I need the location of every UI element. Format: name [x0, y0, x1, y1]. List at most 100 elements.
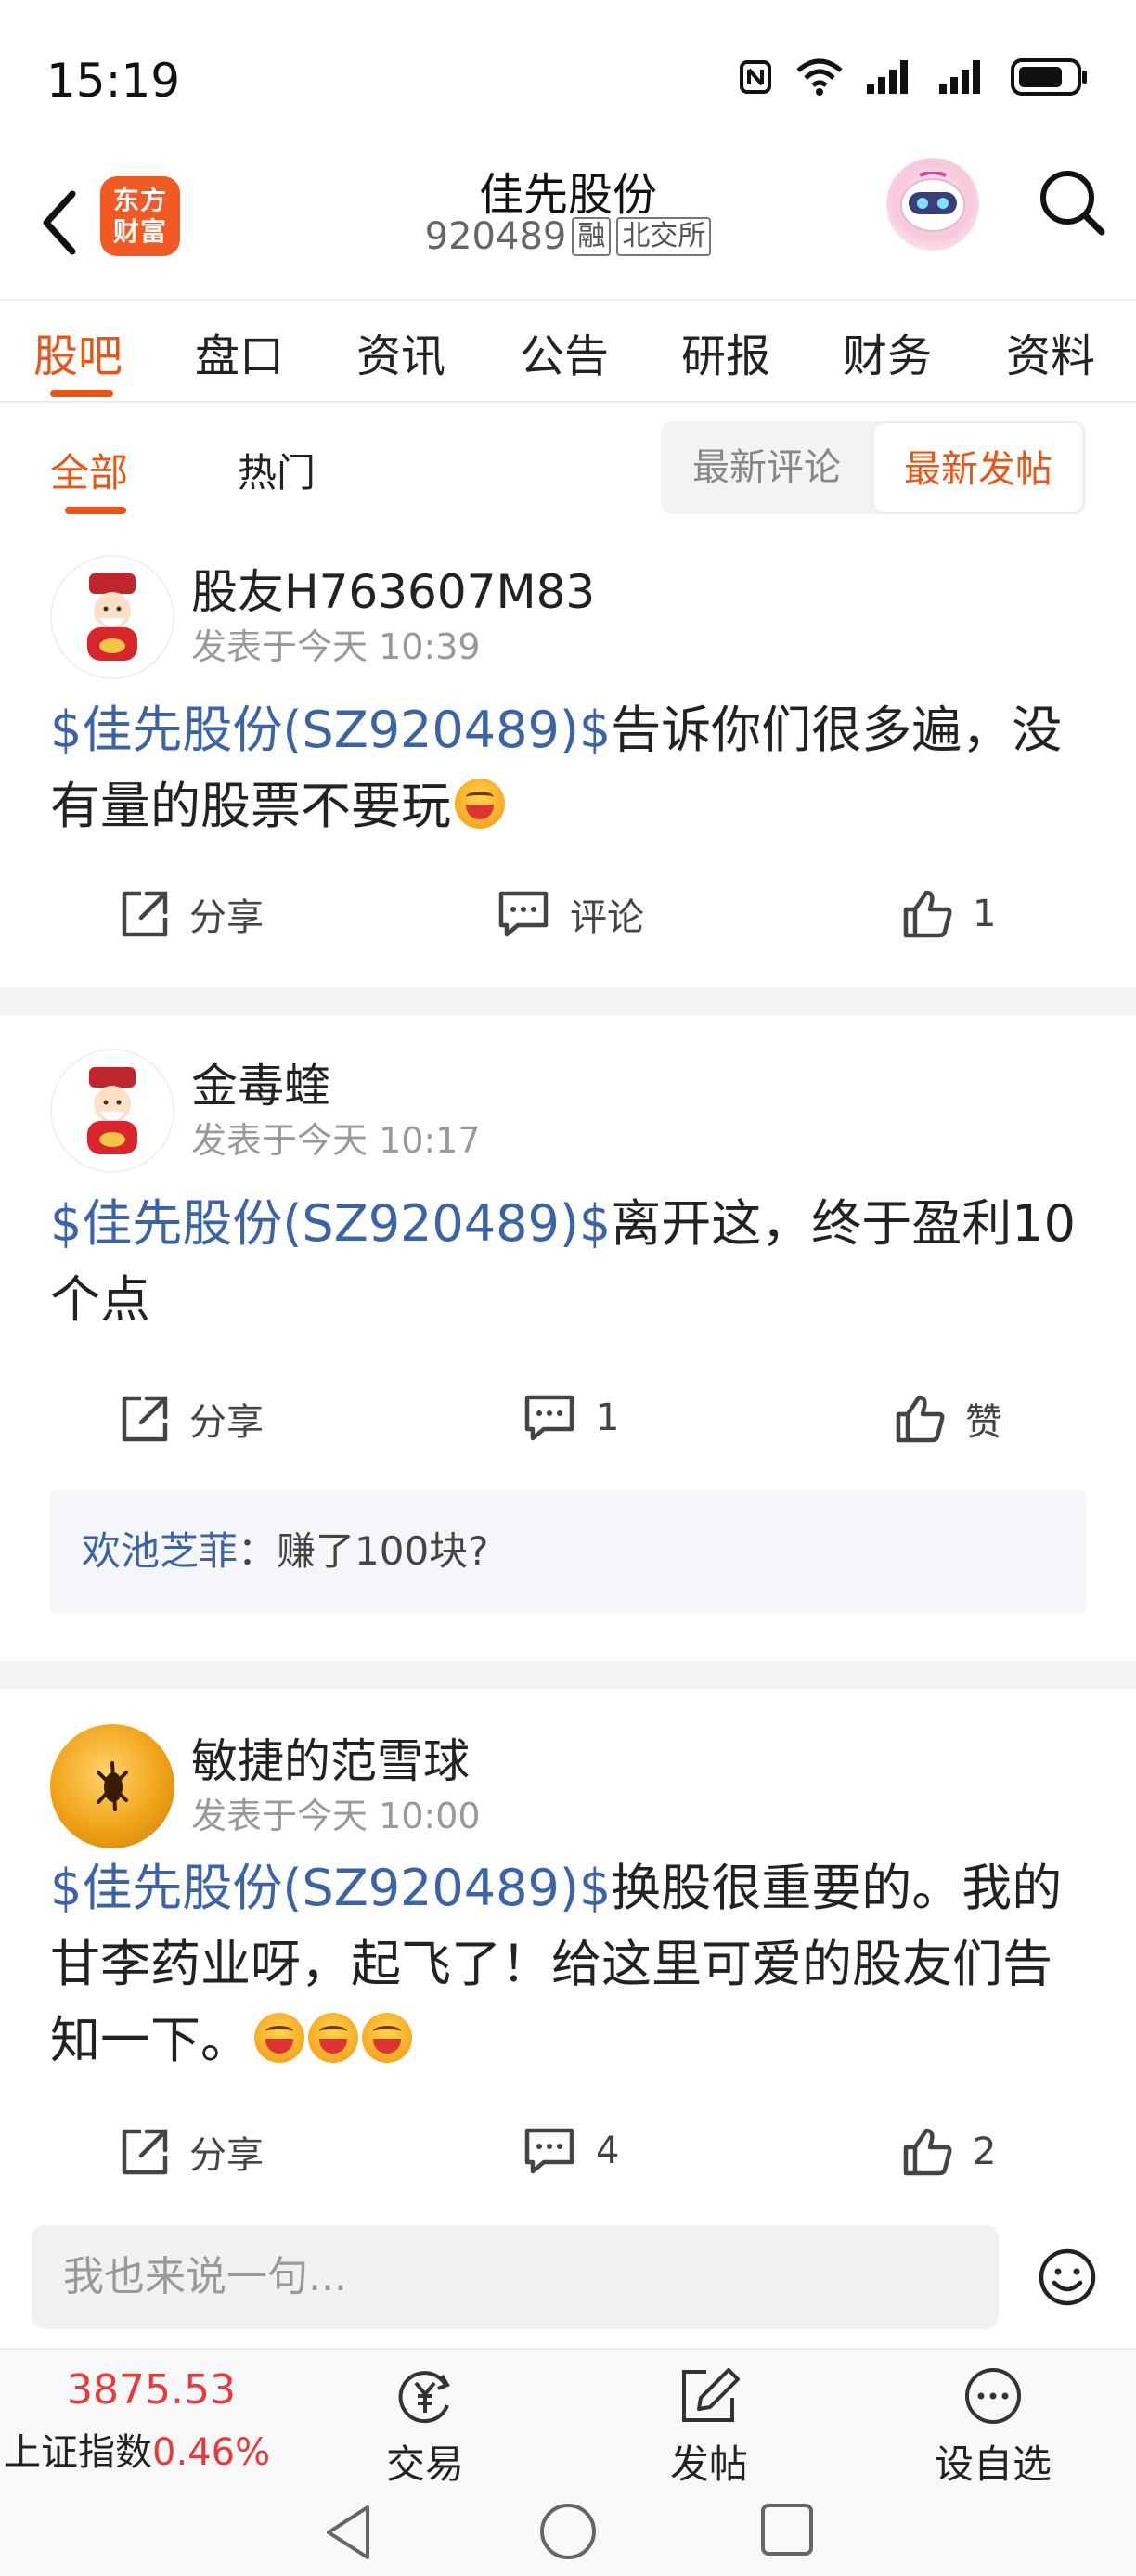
- stock-code: 920489: [424, 215, 567, 258]
- nfc-icon: [740, 60, 771, 94]
- thumbs-up-icon: [896, 1395, 945, 1443]
- subtab-all[interactable]: 全部: [50, 442, 128, 498]
- search-button[interactable]: [1035, 165, 1109, 239]
- subtab-hot[interactable]: 热门: [238, 442, 316, 498]
- post-username[interactable]: 金毒蝰: [191, 1049, 330, 1115]
- edit-icon: [682, 2368, 740, 2422]
- amber-insect-avatar-icon: [97, 1761, 128, 1811]
- ai-assistant-button[interactable]: [886, 158, 979, 251]
- reply-preview[interactable]: 欢池芝菲：赚了100块?: [50, 1490, 1086, 1613]
- comment-count: 4: [596, 2130, 620, 2172]
- tab-research[interactable]: 研报: [681, 319, 770, 384]
- wifi-icon: [796, 58, 843, 96]
- nav-watchlist-label: 设自选: [934, 2441, 1052, 2487]
- post-divider: [0, 987, 1136, 1015]
- system-nav-bar: [0, 2487, 1136, 2576]
- smile-icon: [1039, 2248, 1096, 2306]
- share-button[interactable]: 分享: [119, 887, 264, 941]
- like-count: 2: [973, 2131, 997, 2173]
- share-label: 分享: [189, 896, 264, 939]
- comment-button[interactable]: 1: [522, 1392, 619, 1444]
- post-content[interactable]: $佳先股份(SZ920489)$离开这，终于盈利10个点: [50, 1186, 1099, 1338]
- tab-announcements[interactable]: 公告: [520, 319, 609, 384]
- comment-icon: [524, 1395, 574, 1441]
- exchange-tag: 北交所: [616, 217, 712, 256]
- like-button[interactable]: 2: [900, 2125, 996, 2179]
- post-username[interactable]: 股友H763607M83: [191, 555, 595, 622]
- reply-text: ：赚了100块?: [238, 1528, 489, 1574]
- nav-add-watchlist[interactable]: 设自选: [910, 2366, 1077, 2490]
- share-label: 分享: [189, 1401, 264, 1444]
- laugh-emoji-icon: [362, 2013, 412, 2063]
- like-button[interactable]: 1: [900, 887, 996, 941]
- comment-label: 评论: [570, 896, 644, 939]
- stock-tag-link[interactable]: $佳先股份(SZ920489)$: [50, 701, 611, 759]
- tab-finance[interactable]: 财务: [843, 319, 932, 384]
- nav-trade[interactable]: 交易: [342, 2366, 509, 2490]
- sort-latest-post[interactable]: 最新发帖: [872, 421, 1084, 514]
- post-divider: [0, 1661, 1136, 1689]
- nav-trade-label: 交易: [385, 2441, 464, 2487]
- sub-tabs: 全部 热门 最新评论 最新发帖: [0, 405, 1136, 535]
- signal-icon-2: [939, 60, 980, 94]
- tab-pankou[interactable]: 盘口: [195, 319, 284, 384]
- active-subtab-indicator: [65, 507, 126, 514]
- share-icon: [122, 1396, 168, 1442]
- more-dots-icon: [965, 2368, 1021, 2424]
- post-card[interactable]: 股友H763607M83 发表于今天 10:39 $佳先股份(SZ920489)…: [0, 536, 1136, 987]
- comment-input[interactable]: 我也来说一句...: [32, 2225, 999, 2329]
- post-content[interactable]: $佳先股份(SZ920489)$告诉你们很多遍，没有量的股票不要玩: [50, 692, 1099, 844]
- stock-tag-link[interactable]: $佳先股份(SZ920489)$: [50, 1194, 611, 1253]
- post-content[interactable]: $佳先股份(SZ920489)$换股很重要的。我的甘李药业呀，起飞了！给这里可爱…: [50, 1850, 1099, 2079]
- reply-username[interactable]: 欢池芝菲: [82, 1528, 238, 1574]
- battery-icon: [1011, 58, 1087, 96]
- post-time: 发表于今天 10:00: [191, 1796, 481, 1836]
- main-tabs: 股吧 盘口 资讯 公告 研报 财务 资料: [0, 299, 1136, 403]
- index-name: 上证指数: [4, 2431, 152, 2474]
- fortune-god-avatar-icon: [87, 1067, 137, 1154]
- home-circle-icon[interactable]: [538, 2502, 598, 2561]
- comment-icon: [498, 891, 549, 937]
- thumbs-up-icon: [903, 890, 952, 938]
- stock-tag-link[interactable]: $佳先股份(SZ920489)$: [50, 1859, 611, 1917]
- laugh-emoji-icon: [308, 2013, 358, 2063]
- recents-square-icon[interactable]: [759, 2502, 815, 2557]
- index-label: 上证指数0.46%: [4, 2422, 270, 2476]
- tab-news[interactable]: 资讯: [356, 319, 445, 384]
- nav-post[interactable]: 发帖: [626, 2366, 793, 2490]
- post-card[interactable]: 金毒蝰 发表于今天 10:17 $佳先股份(SZ920489)$离开这，终于盈利…: [0, 1030, 1136, 1642]
- like-count: 1: [973, 893, 997, 935]
- sort-latest-comment[interactable]: 最新评论: [661, 421, 872, 514]
- like-button[interactable]: 赞: [893, 1392, 1002, 1446]
- comment-icon: [524, 2128, 574, 2174]
- bottom-nav: 3875.53 上证指数0.46% 交易 发帖 设自选: [0, 2348, 1136, 2487]
- tab-guba[interactable]: 股吧: [33, 319, 123, 384]
- user-avatar[interactable]: [50, 555, 174, 679]
- index-change: 0.46%: [152, 2431, 271, 2474]
- like-label: 赞: [965, 1401, 1002, 1444]
- user-avatar[interactable]: [50, 1049, 174, 1173]
- fortune-god-avatar-icon: [87, 573, 137, 661]
- back-triangle-icon[interactable]: [321, 2502, 377, 2563]
- emoji-button[interactable]: [1036, 2246, 1099, 2309]
- share-button[interactable]: 分享: [119, 2125, 264, 2179]
- tab-profile[interactable]: 资料: [1006, 319, 1095, 384]
- user-avatar[interactable]: [50, 1724, 174, 1848]
- nav-post-label: 发帖: [669, 2441, 748, 2487]
- comment-button[interactable]: 评论: [496, 887, 644, 941]
- status-icons: [737, 58, 1090, 97]
- search-icon: [1040, 171, 1105, 236]
- comment-button[interactable]: 4: [522, 2125, 619, 2177]
- share-icon: [122, 891, 168, 937]
- post-card[interactable]: 敏捷的范雪球 发表于今天 10:00 $佳先股份(SZ920489)$换股很重要…: [0, 1706, 1136, 2209]
- share-label: 分享: [189, 2134, 264, 2177]
- laugh-emoji-icon: [455, 779, 505, 829]
- share-button[interactable]: 分享: [119, 1392, 264, 1446]
- trade-yen-icon: [398, 2371, 450, 2424]
- post-username[interactable]: 敏捷的范雪球: [191, 1724, 470, 1791]
- index-value: 3875.53: [67, 2366, 236, 2414]
- status-time: 15:19: [46, 54, 181, 108]
- sort-toggle: 最新评论 最新发帖: [661, 421, 1086, 514]
- thumbs-up-icon: [903, 2128, 952, 2176]
- robot-icon: [900, 172, 965, 232]
